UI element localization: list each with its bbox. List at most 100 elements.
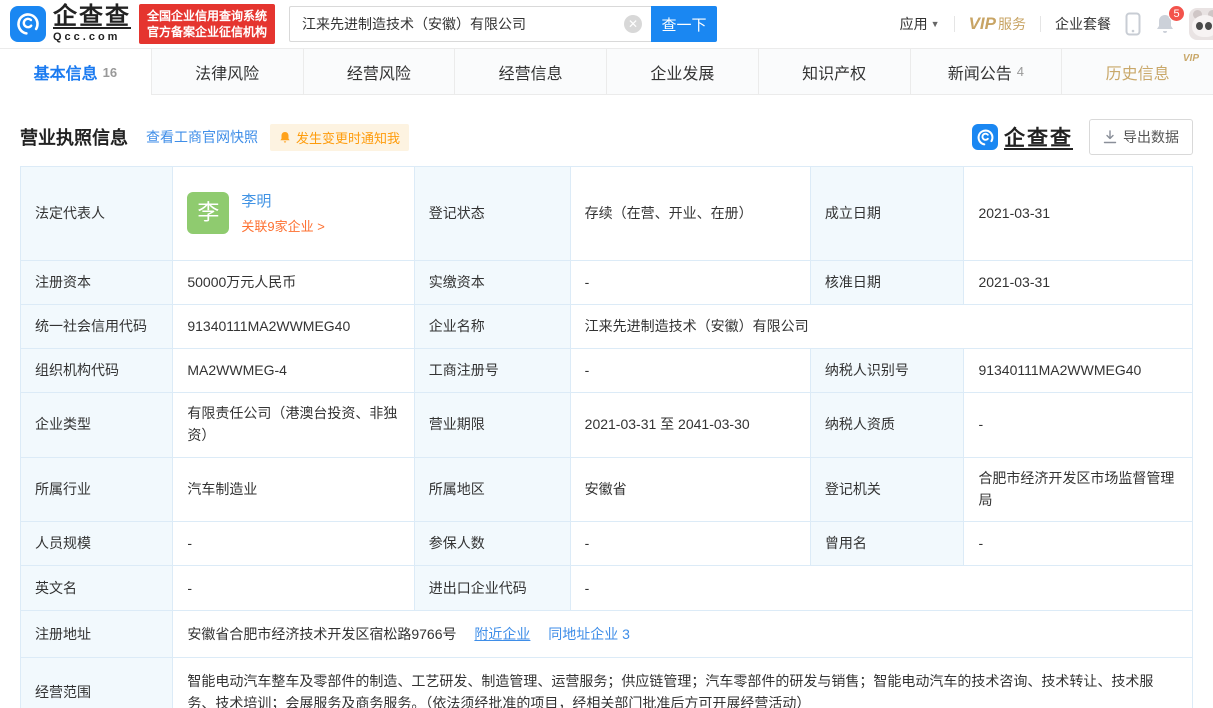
tab-news-announcements[interactable]: 新闻公告4 (911, 49, 1063, 94)
notification-count-badge: 5 (1168, 5, 1185, 22)
credit-system-badge-line2: 官方备案企业征信机构 (147, 24, 267, 40)
tab-history-info[interactable]: 历史信息VIP (1062, 49, 1213, 94)
field-label-establish-date: 成立日期 (810, 167, 964, 261)
field-label-business-reg-number: 工商注册号 (414, 349, 570, 393)
nearby-companies-link[interactable]: 附近企业 (474, 626, 530, 642)
credit-system-badge-line1: 全国企业信用查询系统 (147, 8, 267, 24)
top-right-menu: 应用▼ VIP服务 企业套餐 5 (900, 8, 1213, 40)
field-value-region: 安徽省 (570, 458, 810, 522)
enterprise-package-menu[interactable]: 企业套餐 (1055, 14, 1111, 34)
field-label-registered-capital: 注册资本 (21, 261, 173, 305)
field-label-business-scope: 经营范围 (21, 658, 173, 708)
top-header: 企查查 Qcc.com 全国企业信用查询系统 官方备案企业征信机构 ✕ 查一下 … (0, 0, 1213, 48)
tab-basic-info[interactable]: 基本信息16 (0, 49, 152, 95)
field-value-establish-date: 2021-03-31 (964, 167, 1193, 261)
table-row: 统一社会信用代码 91340111MA2WWMEG40 企业名称 江来先进制造技… (21, 305, 1193, 349)
field-label-former-name: 曾用名 (810, 522, 964, 566)
table-row: 企业类型 有限责任公司（港澳台投资、非独资） 营业期限 2021-03-31 至… (21, 393, 1193, 458)
tab-operation-info[interactable]: 经营信息 (455, 49, 607, 94)
field-label-company-type: 企业类型 (21, 393, 173, 458)
table-row: 法定代表人 李 李明 关联9家企业 > 登记状态 存续（在营、开业、在册） 成立… (21, 167, 1193, 261)
notification-bell-icon[interactable]: 5 (1155, 13, 1175, 35)
business-snapshot-link[interactable]: 查看工商官网快照 (146, 127, 258, 147)
search-input[interactable] (289, 6, 651, 42)
field-value-org-code: MA2WWMEG-4 (173, 349, 414, 393)
field-value-business-reg-number: - (570, 349, 810, 393)
tab-operation-risk[interactable]: 经营风险 (304, 49, 456, 94)
qcc-logo-icon (10, 6, 46, 42)
table-row: 组织机构代码 MA2WWMEG-4 工商注册号 - 纳税人识别号 9134011… (21, 349, 1193, 393)
field-value-registration-status: 存续（在营、开业、在册） (570, 167, 810, 261)
qcc-logo-text: 企查查 (53, 3, 131, 30)
mobile-app-icon[interactable] (1125, 12, 1141, 36)
field-label-credit-code: 统一社会信用代码 (21, 305, 173, 349)
field-value-business-term: 2021-03-31 至 2041-03-30 (570, 393, 810, 458)
field-value-legal-rep: 李 李明 关联9家企业 > (173, 167, 414, 261)
field-label-insured-count: 参保人数 (414, 522, 570, 566)
field-label-taxpayer-id: 纳税人识别号 (810, 349, 964, 393)
search-clear-icon[interactable]: ✕ (624, 15, 642, 33)
field-label-region: 所属地区 (414, 458, 570, 522)
field-label-paid-capital: 实缴资本 (414, 261, 570, 305)
vip-tag: VIP (1183, 53, 1199, 64)
qcc-logo-domain: Qcc.com (53, 32, 131, 43)
field-label-staff-size: 人员规模 (21, 522, 173, 566)
field-label-registered-address: 注册地址 (21, 611, 173, 658)
qcc-logo[interactable]: 企查查 Qcc.com (10, 5, 131, 43)
section-header: 营业执照信息 查看工商官网快照 发生变更时通知我 企查查 (20, 119, 1193, 155)
tab-legal-risk[interactable]: 法律风险 (152, 49, 304, 94)
field-label-org-code: 组织机构代码 (21, 349, 173, 393)
business-license-table: 法定代表人 李 李明 关联9家企业 > 登记状态 存续（在营、开业、在册） 成立… (20, 166, 1193, 708)
field-value-taxpayer-id: 91340111MA2WWMEG40 (964, 349, 1193, 393)
registered-address-text: 安徽省合肥市经济技术开发区宿松路9766号 (187, 626, 456, 642)
table-row: 人员规模 - 参保人数 - 曾用名 - (21, 522, 1193, 566)
change-notify-chip[interactable]: 发生变更时通知我 (270, 124, 409, 151)
field-label-approval-date: 核准日期 (810, 261, 964, 305)
main-content: 营业执照信息 查看工商官网快照 发生变更时通知我 企查查 (0, 95, 1213, 708)
field-value-registered-address: 安徽省合肥市经济技术开发区宿松路9766号 附近企业 同地址企业 3 (173, 611, 1193, 658)
related-companies-link[interactable]: 关联9家企业 > (241, 217, 324, 237)
table-row: 注册地址 安徽省合肥市经济技术开发区宿松路9766号 附近企业 同地址企业 3 (21, 611, 1193, 658)
field-label-registration-status: 登记状态 (414, 167, 570, 261)
field-value-company-type: 有限责任公司（港澳台投资、非独资） (173, 393, 414, 458)
tab-company-development[interactable]: 企业发展 (607, 49, 759, 94)
apps-menu[interactable]: 应用▼ (900, 14, 940, 34)
field-value-insured-count: - (570, 522, 810, 566)
user-avatar[interactable] (1189, 8, 1213, 40)
field-value-taxpayer-qualification: - (964, 393, 1193, 458)
field-value-former-name: - (964, 522, 1193, 566)
field-value-import-export-code: - (570, 566, 1192, 611)
table-row: 所属行业 汽车制造业 所属地区 安徽省 登记机关 合肥市经济开发区市场监督管理局 (21, 458, 1193, 522)
field-label-business-term: 营业期限 (414, 393, 570, 458)
search-button[interactable]: 查一下 (651, 6, 717, 42)
chevron-down-icon: ▼ (931, 19, 940, 29)
divider (1040, 16, 1041, 32)
download-icon (1103, 130, 1117, 144)
divider (954, 16, 955, 32)
field-value-business-scope: 智能电动汽车整车及零部件的制造、工艺研发、制造管理、运营服务；供应链管理；汽车零… (173, 658, 1193, 708)
field-value-registered-capital: 50000万元人民币 (173, 261, 414, 305)
field-label-legal-rep: 法定代表人 (21, 167, 173, 261)
field-label-registration-authority: 登记机关 (810, 458, 964, 522)
export-data-button[interactable]: 导出数据 (1089, 119, 1193, 155)
table-row: 经营范围 智能电动汽车整车及零部件的制造、工艺研发、制造管理、运营服务；供应链管… (21, 658, 1193, 708)
legal-rep-avatar: 李 (187, 192, 229, 234)
qcc-watermark-text: 企查查 (1004, 122, 1073, 152)
field-value-paid-capital: - (570, 261, 810, 305)
search-box: ✕ 查一下 (289, 6, 717, 42)
bell-icon (279, 131, 291, 144)
vip-service-menu[interactable]: VIP服务 (969, 14, 1026, 34)
field-value-registration-authority: 合肥市经济开发区市场监督管理局 (964, 458, 1193, 522)
field-label-industry: 所属行业 (21, 458, 173, 522)
table-row: 英文名 - 进出口企业代码 - (21, 566, 1193, 611)
field-value-approval-date: 2021-03-31 (964, 261, 1193, 305)
field-label-taxpayer-qualification: 纳税人资质 (810, 393, 964, 458)
section-title: 营业执照信息 (20, 124, 128, 150)
field-value-industry: 汽车制造业 (173, 458, 414, 522)
legal-rep-name-link[interactable]: 李明 (241, 190, 324, 213)
tab-intellectual-property[interactable]: 知识产权 (759, 49, 911, 94)
same-address-companies-link[interactable]: 同地址企业 3 (548, 626, 630, 642)
field-value-credit-code: 91340111MA2WWMEG40 (173, 305, 414, 349)
field-label-english-name: 英文名 (21, 566, 173, 611)
qcc-company-page: 企查查 Qcc.com 全国企业信用查询系统 官方备案企业征信机构 ✕ 查一下 … (0, 0, 1213, 708)
